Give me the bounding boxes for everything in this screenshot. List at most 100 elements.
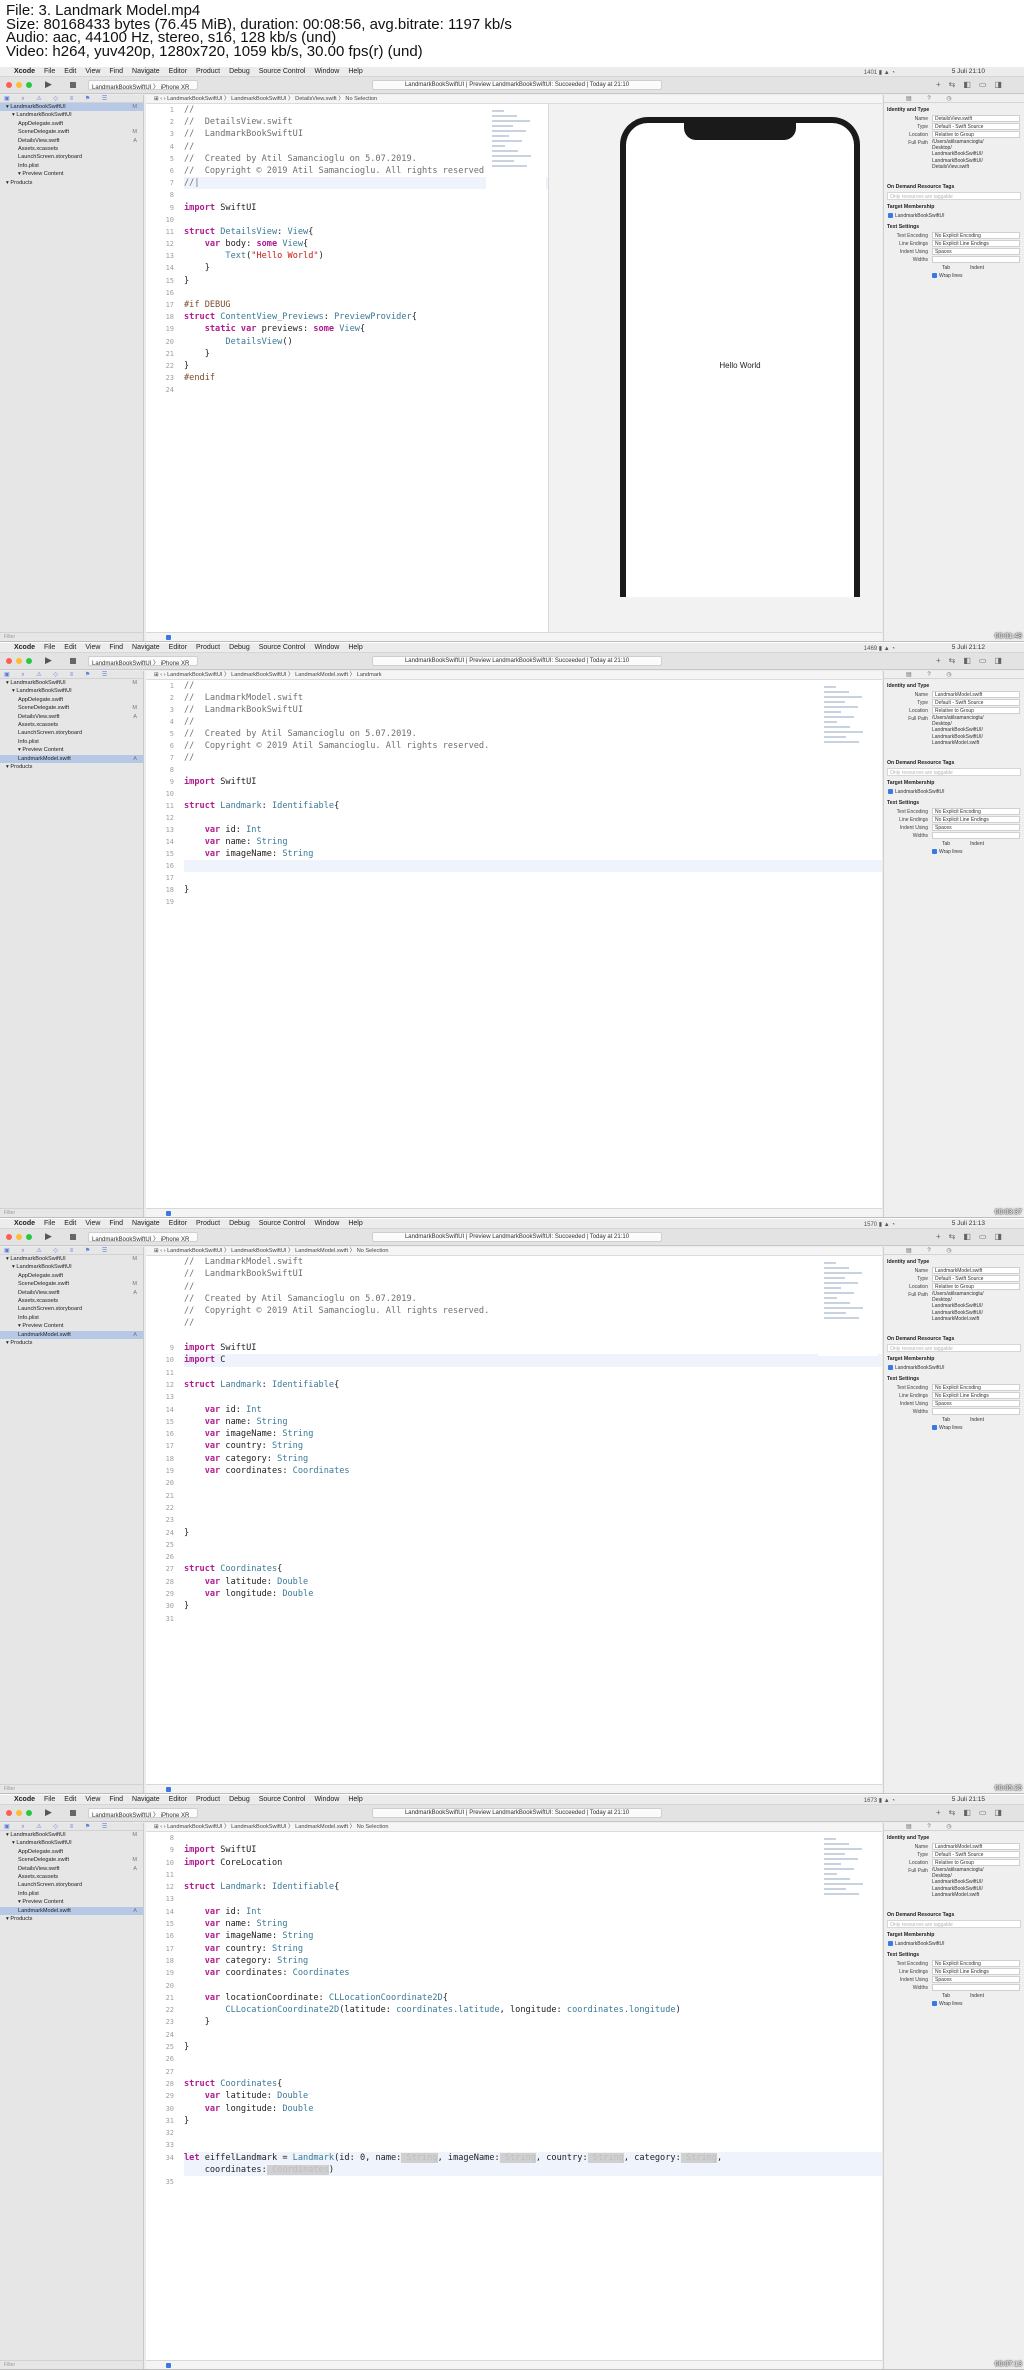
menu-item-debug[interactable]: Debug xyxy=(229,68,250,75)
inspector-value[interactable]: DetailsView.swift xyxy=(932,115,1020,122)
odr-tags-field[interactable]: Only resources are taggable xyxy=(887,192,1021,200)
navigator-file-item[interactable]: ▾ Preview Content xyxy=(0,1322,143,1330)
app-menu-xcode[interactable]: Xcode xyxy=(14,1796,35,1803)
stop-button[interactable] xyxy=(70,1234,76,1240)
wrap-lines-row[interactable]: Wrap lines xyxy=(884,1424,1024,1432)
menu-item-file[interactable]: File xyxy=(44,1220,55,1227)
navigator-file-item[interactable]: ▾ Products xyxy=(0,1915,143,1923)
inspector-value[interactable] xyxy=(932,256,1020,263)
breakpoint-toggle-icon[interactable] xyxy=(166,2363,171,2368)
run-button[interactable]: ▶ xyxy=(45,79,52,90)
close-window-button[interactable] xyxy=(6,658,12,664)
navigator-file-item[interactable]: ▾ LandmarkBookSwiftUI M xyxy=(0,103,143,112)
code-text[interactable]: // // LandmarkModel.swift // LandmarkBookS… xyxy=(184,680,882,908)
menu-item-help[interactable]: Help xyxy=(348,1796,362,1803)
checkbox-checked-icon[interactable] xyxy=(932,273,937,279)
placeholder-token[interactable]: String xyxy=(680,2152,717,2163)
inspector-value[interactable]: Relative to Group xyxy=(932,131,1020,138)
inspector-value[interactable]: Relative to Group xyxy=(932,1859,1020,1866)
target-membership-row[interactable]: LandmarkBookSwiftUI xyxy=(884,1364,1024,1372)
navigator-file-item[interactable]: LandmarkModel.swift A xyxy=(0,1330,143,1339)
inspector-value[interactable]: Spaces xyxy=(932,824,1020,831)
navigator-file-item[interactable]: ▾ Preview Content xyxy=(0,170,143,178)
navigator-file-item[interactable]: DetailsView.swift A xyxy=(0,137,143,145)
checkbox-checked-icon[interactable] xyxy=(888,1941,893,1947)
navigator-file-item[interactable]: AppDelegate.swift xyxy=(0,1272,143,1280)
menu-item-help[interactable]: Help xyxy=(348,644,362,651)
close-window-button[interactable] xyxy=(6,82,12,88)
menu-item-edit[interactable]: Edit xyxy=(64,644,76,651)
menu-item-debug[interactable]: Debug xyxy=(229,644,250,651)
menu-item-product[interactable]: Product xyxy=(196,68,220,75)
minimap[interactable] xyxy=(818,680,878,780)
stop-button[interactable] xyxy=(70,1810,76,1816)
menu-item-find[interactable]: Find xyxy=(109,1796,123,1803)
scheme-selector[interactable]: LandmarkBookSwiftUI 〉 iPhone XR xyxy=(88,1808,198,1818)
menu-item-edit[interactable]: Edit xyxy=(64,1220,76,1227)
inspector-value[interactable]: LandmarkModel.swift xyxy=(932,1843,1020,1850)
navigator-tabs[interactable]: ▣ ⌕ ⚠ ◇ ≡ ⚑ ☰ xyxy=(0,1823,143,1831)
jump-bar[interactable]: ⊞ ‹ › LandmarkBookSwiftUI 〉 LandmarkBook… xyxy=(146,671,882,680)
inspector-tabs[interactable]: ▤ ? ◷ xyxy=(884,671,1024,679)
navigator-file-item[interactable]: LandmarkModel.swift A xyxy=(0,754,143,763)
navigator-file-item[interactable]: ▾ LandmarkBookSwiftUI xyxy=(0,1263,143,1271)
checkbox-checked-icon[interactable] xyxy=(932,849,937,855)
navigator-file-item[interactable]: DetailsView.swift A xyxy=(0,1865,143,1873)
stop-button[interactable] xyxy=(70,82,76,88)
menu-item-navigate[interactable]: Navigate xyxy=(132,644,160,651)
menu-item-editor[interactable]: Editor xyxy=(169,68,187,75)
navigator-file-item[interactable]: ▾ LandmarkBookSwiftUI M xyxy=(0,1255,143,1263)
zoom-window-button[interactable] xyxy=(26,82,32,88)
swiftui-preview-canvas[interactable]: Hello World— 100% + xyxy=(548,104,882,641)
zoom-window-button[interactable] xyxy=(26,1810,32,1816)
menu-item-view[interactable]: View xyxy=(85,1220,100,1227)
navigator-file-item[interactable]: LandmarkModel.swift A xyxy=(0,1906,143,1915)
run-button[interactable]: ▶ xyxy=(45,1231,52,1242)
menu-item-editor[interactable]: Editor xyxy=(169,1796,187,1803)
navigator-file-item[interactable]: LaunchScreen.storyboard xyxy=(0,153,143,161)
placeholder-token[interactable]: String xyxy=(401,2152,438,2163)
navigator-filter-field[interactable]: Filter xyxy=(0,2360,143,2369)
menu-item-help[interactable]: Help xyxy=(348,68,362,75)
checkbox-checked-icon[interactable] xyxy=(888,789,893,795)
menu-item-view[interactable]: View xyxy=(85,68,100,75)
navigator-file-item[interactable]: ▾ Preview Content xyxy=(0,746,143,754)
menu-item-view[interactable]: View xyxy=(85,1796,100,1803)
app-menu-xcode[interactable]: Xcode xyxy=(14,644,35,651)
inspector-value[interactable]: No Explicit Line Endings xyxy=(932,1392,1020,1399)
toolbar-view-buttons[interactable]: +⇆◧▭◨ xyxy=(936,656,1010,665)
menu-item-window[interactable]: Window xyxy=(314,68,339,75)
inspector-tabs[interactable]: ▤ ? ◷ xyxy=(884,1823,1024,1831)
run-button[interactable]: ▶ xyxy=(45,655,52,666)
minimap[interactable] xyxy=(818,1832,878,1932)
inspector-value[interactable] xyxy=(932,832,1020,839)
navigator-file-item[interactable]: DetailsView.swift A xyxy=(0,713,143,721)
run-button[interactable]: ▶ xyxy=(45,1807,52,1818)
minimize-window-button[interactable] xyxy=(16,658,22,664)
inspector-value[interactable]: Spaces xyxy=(932,248,1020,255)
inspector-value[interactable]: Default - Swift Source xyxy=(932,699,1020,706)
app-menu-xcode[interactable]: Xcode xyxy=(14,68,35,75)
code-editor[interactable]: 1 2 3 4 5 6 7 8 9 10 11 12 13 14 15 16 17 18 19//// Landma… xyxy=(146,680,882,1208)
code-text[interactable]: // LandmarkModel.swift // LandmarkBookSwi… xyxy=(184,1256,882,1625)
inspector-value[interactable]: Spaces xyxy=(932,1400,1020,1407)
inspector-value[interactable]: No Explicit Line Endings xyxy=(932,816,1020,823)
navigator-file-item[interactable]: Assets.xcassets xyxy=(0,1873,143,1881)
navigator-file-item[interactable]: Assets.xcassets xyxy=(0,721,143,729)
menu-item-editor[interactable]: Editor xyxy=(169,1220,187,1227)
stop-button[interactable] xyxy=(70,658,76,664)
inspector-value[interactable]: No Explicit Encoding xyxy=(932,1384,1020,1391)
menu-item-product[interactable]: Product xyxy=(196,644,220,651)
jump-bar[interactable]: ⊞ ‹ › LandmarkBookSwiftUI 〉 LandmarkBook… xyxy=(146,95,882,104)
odr-tags-field[interactable]: Only resources are taggable xyxy=(887,768,1021,776)
zoom-window-button[interactable] xyxy=(26,658,32,664)
odr-tags-field[interactable]: Only resources are taggable xyxy=(887,1344,1021,1352)
breakpoint-toggle-icon[interactable] xyxy=(166,1787,171,1792)
menu-item-window[interactable]: Window xyxy=(314,1796,339,1803)
menu-item-source-control[interactable]: Source Control xyxy=(259,1796,306,1803)
toolbar-view-buttons[interactable]: +⇆◧▭◨ xyxy=(936,80,1010,89)
inspector-tabs[interactable]: ▤ ? ◷ xyxy=(884,95,1024,103)
navigator-file-item[interactable]: DetailsView.swift A xyxy=(0,1289,143,1297)
navigator-file-item[interactable]: LaunchScreen.storyboard xyxy=(0,729,143,737)
inspector-value[interactable] xyxy=(932,1408,1020,1415)
